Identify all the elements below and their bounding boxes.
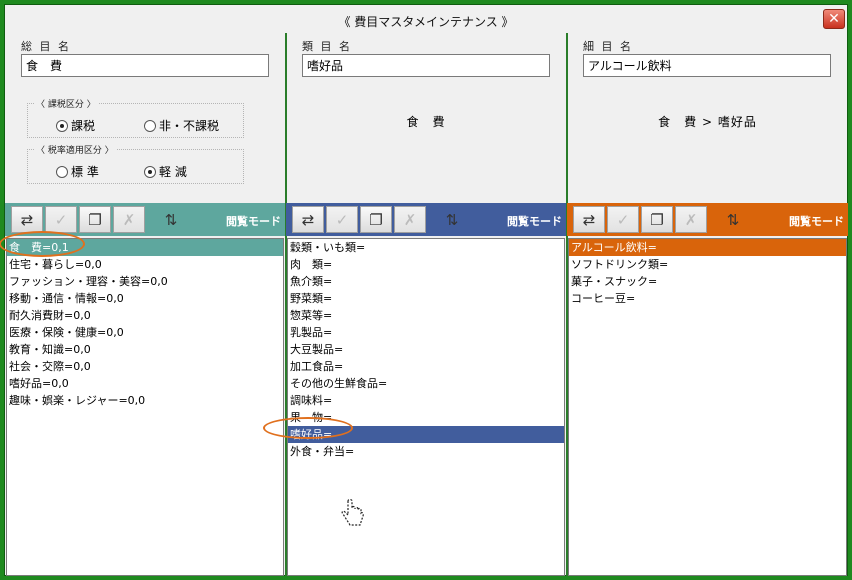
- category-column-detail: 細 目 名 食 費 > 嗜好品 ⇄ ✓ ❐ ✗ ⇅ 閲覧モード アルコール飲料=ソフトドリ…: [567, 33, 848, 576]
- list-item[interactable]: 社会・交際=0,0: [7, 358, 283, 375]
- check-icon: ✓: [616, 210, 630, 229]
- radio-standard-label: 標 準: [71, 165, 99, 179]
- list-item[interactable]: 加工食品=: [288, 358, 564, 375]
- copy-icon: ❐: [369, 210, 383, 229]
- transfer-button[interactable]: ⇄: [573, 206, 605, 233]
- radio-reduced-circle[interactable]: [144, 165, 156, 178]
- radio-nontaxable-label: 非・不課税: [159, 119, 220, 133]
- sort-button[interactable]: ⇅: [436, 206, 468, 233]
- list-item[interactable]: 穀類・いも類=: [288, 239, 564, 256]
- close-button[interactable]: ✕: [823, 9, 845, 29]
- view-mode-label: 閲覧モード: [226, 215, 281, 228]
- list-class[interactable]: 穀類・いも類= 肉 類= 魚介類= 野菜類= 惣菜等= 乳製品= 大豆製品= 加工食品= その他…: [287, 238, 565, 576]
- tax-rate-group: 〈 税率適用区分 〉 標 準 軽 減: [27, 143, 244, 184]
- radio-reduced[interactable]: 軽 減: [144, 163, 187, 180]
- list-item[interactable]: 肉 類=: [288, 256, 564, 273]
- list-item[interactable]: アルコール飲料=: [569, 239, 846, 256]
- detail-path-caption: 食 費 > 嗜好品: [658, 115, 757, 129]
- check-icon: ✓: [335, 210, 349, 229]
- sort-icon: ⇅: [726, 210, 740, 229]
- delete-icon: ✗: [684, 210, 698, 229]
- detail-category-input[interactable]: [583, 54, 831, 77]
- transfer-icon: ⇄: [582, 210, 596, 229]
- tax-class-legend: 〈 課税区分 〉: [34, 97, 98, 110]
- list-item[interactable]: 趣味・娯楽・レジャー=0,0: [7, 392, 283, 409]
- annotation-oval: [0, 231, 85, 257]
- copy-button[interactable]: ❐: [360, 206, 392, 233]
- class-path-caption: 食 費: [406, 115, 446, 129]
- delete-button[interactable]: ✗: [113, 206, 145, 233]
- radio-taxable-circle[interactable]: [56, 119, 68, 132]
- list-item[interactable]: コーヒー豆=: [569, 290, 846, 307]
- list-item[interactable]: 魚介類=: [288, 273, 564, 290]
- main-window: 《 費目マスタメインテナンス 》 ✕ 総 目 名 〈 課税区分 〉 課税 非・不…: [0, 4, 848, 576]
- toolbar-class: ⇄ ✓ ❐ ✗ ⇅ 閲覧モード: [286, 203, 566, 236]
- tax-class-group: 〈 課税区分 〉 課税 非・不課税: [27, 97, 244, 138]
- check-icon: ✓: [54, 210, 68, 229]
- radio-standard[interactable]: 標 準: [56, 163, 99, 180]
- transfer-icon: ⇄: [301, 210, 315, 229]
- list-item[interactable]: 惣菜等=: [288, 307, 564, 324]
- view-mode-label: 閲覧モード: [789, 215, 844, 228]
- list-item[interactable]: 医療・保険・健康=0,0: [7, 324, 283, 341]
- transfer-button[interactable]: ⇄: [11, 206, 43, 233]
- list-item[interactable]: 大豆製品=: [288, 341, 564, 358]
- delete-button[interactable]: ✗: [394, 206, 426, 233]
- list-item[interactable]: 外食・弁当=: [288, 443, 564, 460]
- class-category-label: 類 目 名: [302, 40, 352, 53]
- transfer-button[interactable]: ⇄: [292, 206, 324, 233]
- list-item[interactable]: 住宅・暮らし=0,0: [7, 256, 283, 273]
- total-category-input[interactable]: [21, 54, 269, 77]
- sort-icon: ⇅: [445, 210, 459, 229]
- sort-button[interactable]: ⇅: [155, 206, 187, 233]
- copy-icon: ❐: [650, 210, 664, 229]
- list-item[interactable]: 乳製品=: [288, 324, 564, 341]
- transfer-icon: ⇄: [20, 210, 34, 229]
- radio-nontaxable-circle[interactable]: [144, 119, 156, 132]
- copy-button[interactable]: ❐: [79, 206, 111, 233]
- annotation-oval: [263, 417, 353, 439]
- radio-taxable[interactable]: 課税: [56, 117, 95, 134]
- list-item[interactable]: 調味料=: [288, 392, 564, 409]
- category-column-class: 類 目 名 食 費 ⇄ ✓ ❐ ✗ ⇅ 閲覧モード 穀類・いも類=肉 類=魚介類=野菜類=…: [286, 33, 566, 576]
- list-item[interactable]: 菓子・スナック=: [569, 273, 846, 290]
- check-button[interactable]: ✓: [607, 206, 639, 233]
- window-title: 《 費目マスタメインテナンス 》: [338, 15, 514, 29]
- check-button[interactable]: ✓: [45, 206, 77, 233]
- delete-icon: ✗: [122, 210, 136, 229]
- radio-taxable-label: 課税: [71, 119, 96, 133]
- list-item[interactable]: 教育・知識=0,0: [7, 341, 283, 358]
- list-total[interactable]: 食 費=0,1 住宅・暮らし=0,0 ファッション・理容・美容=0,0 移動・通信・情…: [6, 238, 284, 576]
- sort-button[interactable]: ⇅: [717, 206, 749, 233]
- tax-rate-legend: 〈 税率適用区分 〉: [34, 143, 116, 156]
- copy-button[interactable]: ❐: [641, 206, 673, 233]
- class-category-input[interactable]: [302, 54, 550, 77]
- toolbar-detail: ⇄ ✓ ❐ ✗ ⇅ 閲覧モード: [567, 203, 848, 236]
- list-item[interactable]: 移動・通信・情報=0,0: [7, 290, 283, 307]
- total-category-label: 総 目 名: [21, 40, 71, 53]
- check-button[interactable]: ✓: [326, 206, 358, 233]
- copy-icon: ❐: [88, 210, 102, 229]
- list-detail[interactable]: アルコール飲料= ソフトドリンク類= 菓子・スナック= コーヒー豆=: [568, 238, 847, 576]
- list-item[interactable]: その他の生鮮食品=: [288, 375, 564, 392]
- list-item[interactable]: 嗜好品=0,0: [7, 375, 283, 392]
- category-column-total: 総 目 名 〈 課税区分 〉 課税 非・不課税 〈 税率適用区分 〉 標 準 軽…: [5, 33, 285, 576]
- hand-cursor-icon: [341, 498, 364, 526]
- radio-reduced-label: 軽 減: [159, 165, 187, 179]
- list-item[interactable]: ファッション・理容・美容=0,0: [7, 273, 283, 290]
- list-item[interactable]: 耐久消費財=0,0: [7, 307, 283, 324]
- radio-standard-circle[interactable]: [56, 165, 68, 178]
- radio-nontaxable[interactable]: 非・不課税: [144, 117, 219, 134]
- sort-icon: ⇅: [164, 210, 178, 229]
- delete-icon: ✗: [403, 210, 417, 229]
- view-mode-label: 閲覧モード: [507, 215, 562, 228]
- list-item[interactable]: ソフトドリンク類=: [569, 256, 846, 273]
- list-item[interactable]: 野菜類=: [288, 290, 564, 307]
- detail-category-label: 細 目 名: [583, 40, 633, 53]
- delete-button[interactable]: ✗: [675, 206, 707, 233]
